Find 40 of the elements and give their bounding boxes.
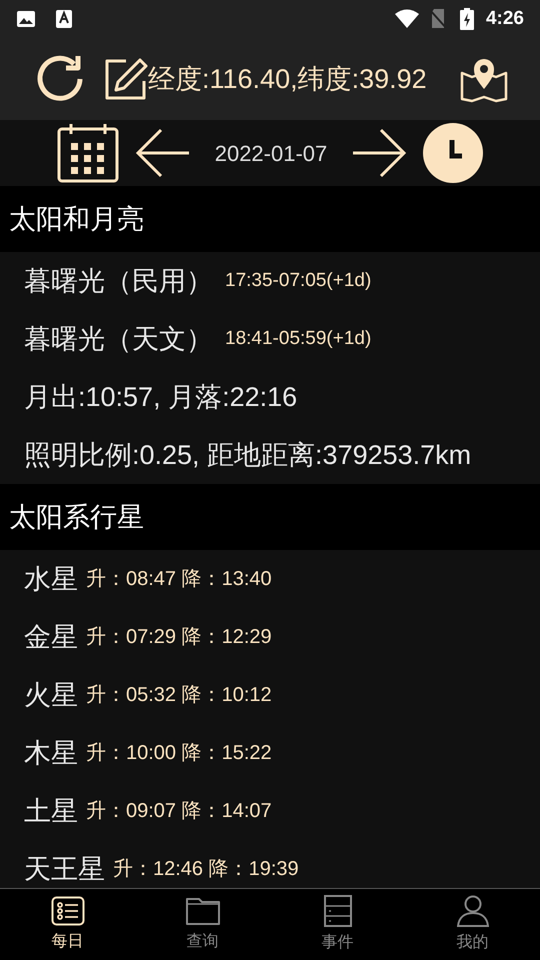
nav-tab[interactable]: 我的 — [405, 889, 540, 960]
wifi-icon — [394, 9, 420, 29]
date-text: 2022-01-07 — [214, 140, 328, 168]
planet-name: 金星 — [24, 620, 78, 654]
section-title: 太阳系行星 — [9, 500, 144, 534]
coordinates-text: 经度:116.40,纬度:39.92 — [148, 62, 427, 96]
rise-set-times: 升：07:29 降：12:29 — [86, 625, 272, 650]
folder-icon — [186, 896, 220, 926]
planet-name: 水星 — [24, 562, 78, 596]
twilight-times: 18:41-05:59(+1d) — [225, 326, 372, 351]
nav-tab[interactable]: 事件 — [270, 889, 405, 960]
planet-name: 土星 — [24, 794, 78, 828]
rise-set-times: 升：08:47 降：13:40 — [86, 567, 272, 592]
nav-tab[interactable]: 查询 — [135, 889, 270, 960]
battery-icon — [460, 8, 474, 30]
planet-name: 天王星 — [24, 852, 105, 886]
user-icon — [456, 894, 488, 926]
rise-set-times: 升：09:07 降：14:07 — [86, 799, 272, 824]
twilight-label: 暮曙光（天文） — [24, 322, 213, 356]
edit-icon[interactable] — [104, 57, 148, 101]
section-title: 太阳和月亮 — [9, 202, 144, 236]
info-text: 月出:10:57, 月落:22:16 — [24, 380, 298, 414]
calendar-icon[interactable] — [56, 123, 119, 183]
planet-name: 木星 — [24, 736, 78, 770]
info-text: 照明比例:0.25, 距地距离:379253.7km — [24, 438, 472, 472]
server-icon — [322, 894, 352, 926]
nav-tab[interactable]: 每日 — [0, 889, 135, 960]
twilight-label: 暮曙光（民用） — [24, 264, 213, 298]
previous-day-icon[interactable] — [134, 128, 191, 178]
next-day-icon[interactable] — [351, 128, 408, 178]
clock-time: 4:26 — [486, 6, 524, 31]
image-icon — [16, 9, 36, 29]
twilight-times: 17:35-07:05(+1d) — [225, 268, 372, 293]
planet-name: 火星 — [24, 678, 78, 712]
rise-set-times: 升：10:00 降：15:22 — [86, 741, 272, 766]
list-icon — [50, 896, 84, 926]
clock-icon[interactable] — [423, 123, 484, 183]
rise-set-times: 升：12:46 降：19:39 — [113, 857, 299, 882]
rise-set-times: 升：05:32 降：10:12 — [86, 683, 272, 708]
font-icon — [56, 10, 72, 28]
